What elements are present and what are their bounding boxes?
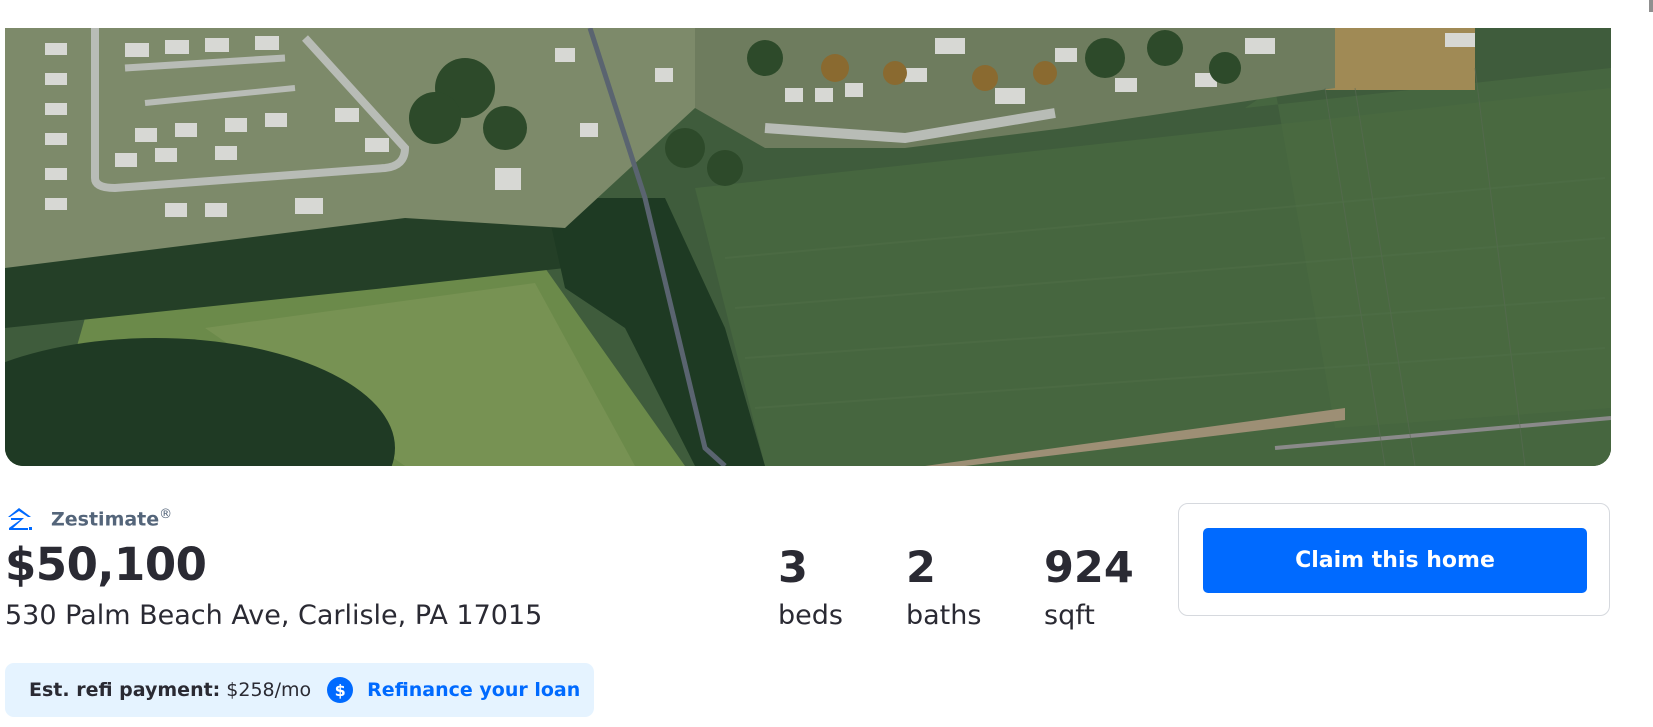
baths-value: 2 <box>906 543 936 593</box>
page: Zestimate® $50,100 530 Palm Beach Ave, C… <box>0 0 1653 727</box>
zestimate-label-text: Zestimate <box>51 508 160 531</box>
fact-baths: 2 baths <box>906 540 981 636</box>
beds-value: 3 <box>778 543 808 593</box>
aerial-map-image <box>5 28 1611 466</box>
zestimate-header: Zestimate® <box>5 506 172 532</box>
zillow-logo-icon <box>8 508 32 530</box>
claim-this-home-button[interactable]: Claim this home <box>1203 528 1587 593</box>
scrollbar-thumb[interactable] <box>1649 0 1653 12</box>
beds-label: beds <box>778 600 843 631</box>
zestimate-label: Zestimate® <box>51 507 172 530</box>
fact-beds: 3 beds <box>778 540 843 636</box>
fact-sqft: 924 sqft <box>1044 540 1134 636</box>
refi-banner: Est. refi payment: $258/mo $ Refinance y… <box>5 663 594 717</box>
refi-label: Est. refi payment: <box>29 679 221 701</box>
sqft-value: 924 <box>1044 543 1134 593</box>
refi-value: $258/mo <box>226 679 312 701</box>
scrollbar-track[interactable] <box>1630 0 1653 727</box>
dollar-circle-icon: $ <box>327 677 354 703</box>
registered-mark: ® <box>159 507 173 523</box>
sqft-label: sqft <box>1044 600 1095 631</box>
hero-aerial-photo[interactable] <box>5 28 1611 466</box>
claim-home-card: Claim this home <box>1178 503 1610 616</box>
property-address: 530 Palm Beach Ave, Carlisle, PA 17015 <box>5 600 543 631</box>
zestimate-price: $50,100 <box>5 538 207 591</box>
refinance-loan-link[interactable]: Refinance your loan <box>367 679 580 701</box>
baths-label: baths <box>906 600 982 631</box>
